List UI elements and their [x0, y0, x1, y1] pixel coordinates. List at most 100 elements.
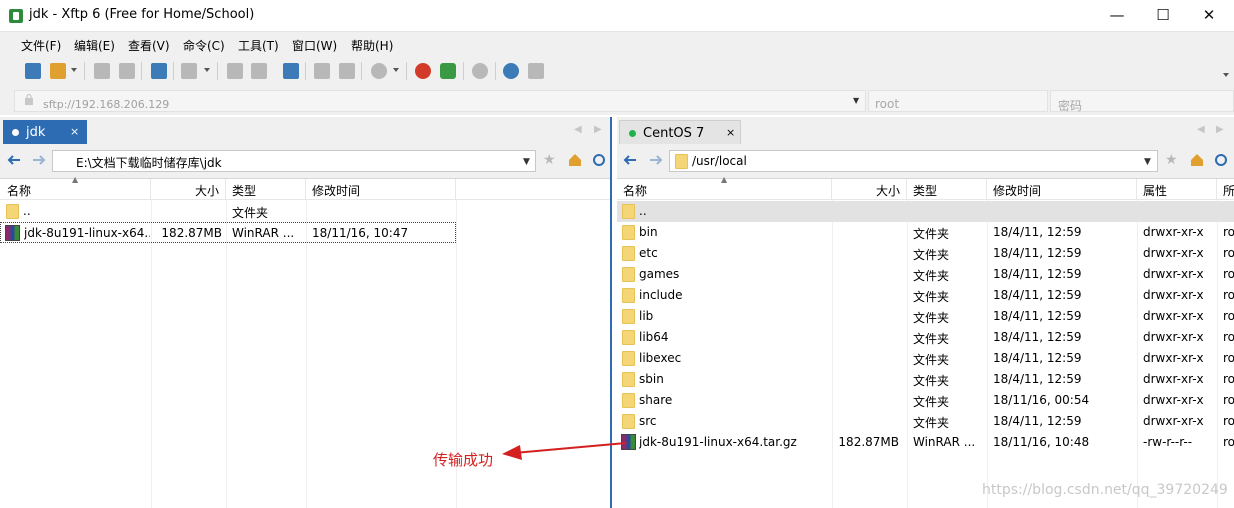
file-name: jdk-8u191-linux-x64.... — [24, 226, 150, 240]
tab-close-button[interactable]: × — [726, 126, 735, 139]
xshell-icon[interactable] — [415, 63, 431, 79]
tab-remote-centos[interactable]: CentOS 7 × — [619, 120, 741, 144]
column-name[interactable]: 名称 ▲ — [617, 175, 832, 200]
file-modified: 18/4/11, 12:59 — [993, 225, 1082, 239]
list-item[interactable]: bin 文件夹 18/4/11, 12:59 drwxr-xr-x ro — [617, 222, 1234, 243]
list-item[interactable]: .. — [617, 201, 1234, 222]
chevron-down-icon[interactable] — [71, 68, 77, 72]
folder-icon — [622, 288, 635, 303]
list-item[interactable]: jdk-8u191-linux-x64.tar.gz 182.87MB WinR… — [617, 432, 1234, 453]
toolbar-separator — [141, 62, 142, 80]
column-divider — [151, 200, 152, 508]
file-modified: 18/4/11, 12:59 — [993, 267, 1082, 281]
host-address-input[interactable]: sftp://192.168.206.129 ▼ — [14, 90, 866, 112]
column-modified[interactable]: 修改时间 — [306, 179, 456, 200]
toolbar-separator — [305, 62, 306, 80]
open-folder-icon[interactable] — [50, 63, 66, 79]
maximize-button[interactable]: ☐ — [1140, 0, 1186, 31]
transfer-icon[interactable] — [181, 63, 197, 79]
file-modified: 18/11/16, 10:48 — [993, 435, 1090, 449]
queue-icon[interactable] — [339, 63, 355, 79]
list-item[interactable]: libexec 文件夹 18/4/11, 12:59 drwxr-xr-x ro — [617, 348, 1234, 369]
properties-icon[interactable] — [314, 63, 330, 79]
column-type[interactable]: 类型 — [907, 179, 987, 200]
sync-icon[interactable] — [283, 63, 299, 79]
new-session-icon[interactable] — [25, 63, 41, 79]
file-owner: ro — [1223, 351, 1234, 365]
help-icon[interactable] — [503, 63, 519, 79]
gear-icon[interactable] — [472, 63, 488, 79]
list-item[interactable]: include 文件夹 18/4/11, 12:59 drwxr-xr-x ro — [617, 285, 1234, 306]
file-modified: 18/4/11, 12:59 — [993, 351, 1082, 365]
folder-icon — [622, 393, 635, 408]
tab-scroll-right-icon[interactable]: ▶ — [594, 124, 602, 135]
refresh-icon[interactable] — [591, 152, 607, 168]
list-item[interactable]: games 文件夹 18/4/11, 12:59 drwxr-xr-x ro — [617, 264, 1234, 285]
menu-tools[interactable]: 工具(T) — [238, 37, 279, 54]
favorite-star-icon[interactable]: ★ — [1165, 152, 1178, 168]
list-item[interactable]: lib64 文件夹 18/4/11, 12:59 drwxr-xr-x ro — [617, 327, 1234, 348]
menu-window[interactable]: 窗口(W) — [292, 37, 337, 54]
xftp-icon[interactable] — [440, 63, 456, 79]
toolbar — [0, 55, 1234, 87]
home-icon[interactable] — [567, 152, 583, 168]
path-dropdown-icon[interactable]: ▼ — [523, 157, 530, 167]
column-owner[interactable]: 所 — [1217, 179, 1234, 200]
new-window-icon[interactable] — [151, 63, 167, 79]
minimize-button[interactable]: — — [1094, 0, 1140, 31]
refresh-icon[interactable] — [1213, 152, 1229, 168]
column-modified[interactable]: 修改时间 — [987, 179, 1137, 200]
list-item[interactable]: share 文件夹 18/11/16, 00:54 drwxr-xr-x ro — [617, 390, 1234, 411]
username-input[interactable]: root — [868, 90, 1048, 112]
tab-scroll-right-icon[interactable]: ▶ — [1216, 124, 1224, 135]
folder-icon — [622, 204, 635, 219]
column-attributes[interactable]: 属性 — [1137, 179, 1217, 200]
file-owner: ro — [1223, 225, 1234, 239]
column-name[interactable]: 名称 ▲ — [0, 175, 151, 200]
back-arrow-icon[interactable] — [622, 152, 638, 168]
forward-arrow-icon[interactable] — [648, 152, 664, 168]
tab-scroll-left-icon[interactable]: ◀ — [1197, 124, 1205, 135]
file-attributes: drwxr-xr-x — [1143, 330, 1204, 344]
file-attributes: drwxr-xr-x — [1143, 393, 1204, 407]
path-dropdown-icon[interactable]: ▼ — [1144, 157, 1151, 167]
tab-local-jdk[interactable]: jdk × — [3, 120, 87, 144]
local-tabstrip: jdk × ◀ ▶ — [0, 117, 610, 144]
list-item[interactable]: src 文件夹 18/4/11, 12:59 drwxr-xr-x ro — [617, 411, 1234, 432]
favorite-star-icon[interactable]: ★ — [543, 152, 556, 168]
remote-path-input[interactable]: /usr/local ▼ — [669, 150, 1158, 172]
list-item[interactable]: etc 文件夹 18/4/11, 12:59 drwxr-xr-x ro — [617, 243, 1234, 264]
chat-icon[interactable] — [528, 63, 544, 79]
menu-edit[interactable]: 编辑(E) — [74, 37, 115, 54]
folder-icon — [622, 225, 635, 240]
tab-close-button[interactable]: × — [70, 125, 79, 138]
tab-scroll-left-icon[interactable]: ◀ — [574, 124, 582, 135]
chevron-down-icon[interactable] — [204, 68, 210, 72]
home-icon[interactable] — [1189, 152, 1205, 168]
menu-command[interactable]: 命令(C) — [183, 37, 225, 54]
menu-view[interactable]: 查看(V) — [128, 37, 170, 54]
close-button[interactable]: ✕ — [1186, 0, 1232, 31]
toolbar-separator — [495, 62, 496, 80]
column-size[interactable]: 大小 — [151, 179, 226, 200]
menu-file[interactable]: 文件(F) — [21, 37, 61, 54]
back-arrow-icon[interactable] — [6, 152, 22, 168]
host-dropdown-icon[interactable]: ▼ — [853, 96, 859, 105]
column-size[interactable]: 大小 — [832, 179, 907, 200]
connect-icon[interactable] — [94, 63, 110, 79]
paste-icon[interactable] — [251, 63, 267, 79]
menu-help[interactable]: 帮助(H) — [351, 37, 393, 54]
status-icon[interactable] — [371, 63, 387, 79]
disconnect-icon[interactable] — [119, 63, 135, 79]
list-item[interactable]: lib 文件夹 18/4/11, 12:59 drwxr-xr-x ro — [617, 306, 1234, 327]
local-path-input[interactable]: E:\文档下载临时储存库\jdk ▼ — [52, 150, 536, 172]
column-type[interactable]: 类型 — [226, 179, 306, 200]
list-item[interactable]: jdk-8u191-linux-x64.... 182.87MB WinRAR … — [0, 222, 456, 243]
list-item[interactable]: .. 文件夹 — [0, 201, 456, 222]
list-item[interactable]: sbin 文件夹 18/4/11, 12:59 drwxr-xr-x ro — [617, 369, 1234, 390]
copy-icon[interactable] — [227, 63, 243, 79]
chevron-down-icon[interactable] — [393, 68, 399, 72]
password-input[interactable]: 密码 — [1050, 90, 1234, 113]
toolbar-overflow-icon[interactable] — [1223, 73, 1229, 77]
forward-arrow-icon[interactable] — [31, 152, 47, 168]
